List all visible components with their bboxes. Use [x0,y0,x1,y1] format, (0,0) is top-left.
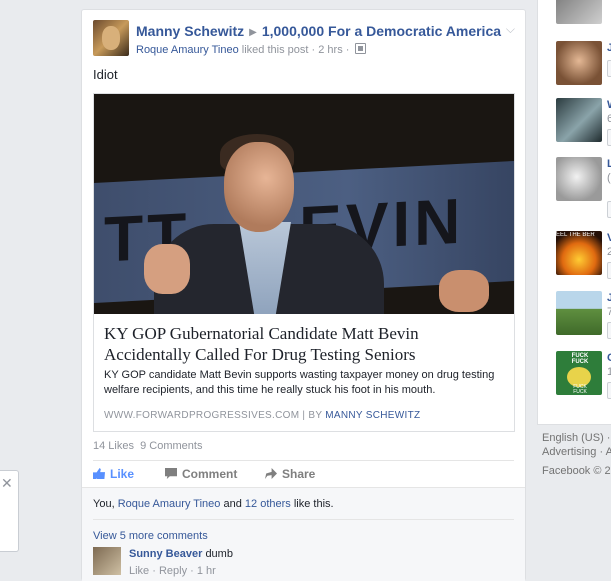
suggestion-name[interactable]: J [607,42,611,54]
liked-text: liked this post [241,44,309,56]
share-label: Share [282,467,316,481]
suggestion-name[interactable]: L [607,158,611,170]
suggestion-name[interactable]: J [607,292,611,304]
author-link[interactable]: Manny Schewitz [136,23,244,39]
language-link[interactable]: English (US) · [542,432,610,444]
likers-summary: You, Roque Amaury Tineo and 12 others li… [93,498,334,510]
like-button[interactable]: Like [93,467,134,481]
post-header: Manny Schewitz ▶ 1,000,000 For a Democrati… [136,23,501,39]
suggestion-thumb[interactable]: EEL THE BER [556,231,602,275]
commenter-link[interactable]: Sunny Beaver [129,548,202,560]
link-source: WWW.FORWARDPROGRESSIVES.COM | BY MANNY S… [104,410,420,421]
copyright-text: Facebook © 2 [542,465,611,477]
suggestion-name[interactable]: W [607,99,611,111]
suggestion-button[interactable] [607,262,611,279]
suggestion-sub: 1 [607,366,611,378]
others-link[interactable]: 12 others [245,498,291,510]
divider [93,519,514,520]
link-title[interactable]: KY GOP Gubernatorial Candidate Matt Bevi… [104,323,504,365]
liker-link[interactable]: Roque Amaury Tineo [136,44,239,56]
post-card: Manny Schewitz ▶ 1,000,000 For a Democrati… [81,9,526,581]
comment-button[interactable]: Comment [165,467,237,481]
post-subheader: Roque Amaury Tineo liked this post · 2 h… [136,43,367,56]
suggestion-button[interactable] [607,129,611,146]
suggestion-thumb[interactable] [556,157,602,201]
divider [93,460,514,461]
thumbs-up-icon [93,468,105,479]
likes-count[interactable]: 14 Likes [93,440,134,452]
suggestion-name[interactable]: V [607,232,611,244]
suggestion-button[interactable] [607,382,611,399]
suggestion-thumb[interactable] [556,0,602,24]
suggestion-sub: 7 [607,306,611,318]
suggestion-sub: 6 [607,113,611,125]
like-label: Like [110,467,135,481]
share-button[interactable]: Share [265,467,315,481]
comment-label: Comment [182,467,238,481]
audience-icon[interactable] [355,43,367,54]
post-message: Idiot [93,67,118,82]
link-description: KY GOP candidate Matt Bevin supports was… [104,369,495,396]
reaction-counts: 14 Likes 9 Comments [93,440,202,452]
suggestion-thumb[interactable] [556,291,602,335]
close-icon[interactable]: ✕ [1,475,13,492]
share-arrow-icon [265,468,277,479]
suggestion-sub: 2 [607,246,611,258]
source-domain: WWW.FORWARDPROGRESSIVES.COM [104,410,300,421]
chat-popup-fragment: ✕ [0,470,19,552]
caret-right-icon: ▶ [249,27,257,38]
link-preview-image[interactable]: TT EVIN [94,94,514,314]
suggestion-button[interactable] [607,60,611,77]
suggestion-name[interactable]: C [607,352,611,364]
source-separator: | [302,410,306,421]
source-by: BY [308,410,323,421]
comments-count[interactable]: 9 Comments [140,440,202,452]
comment-meta[interactable]: Like · Reply · 1 hr [129,565,216,577]
author-avatar[interactable] [93,20,129,56]
commenter-avatar[interactable] [93,547,121,575]
advertising-link[interactable]: Advertising · A [542,446,611,458]
timestamp[interactable]: · 2 hrs · [312,44,350,56]
suggestion-thumb[interactable] [556,41,602,85]
suggestion-button[interactable] [607,322,611,339]
suggestion-thumb[interactable] [556,98,602,142]
right-column: J W 6 L ( EEL THE BER V 2 J 7 FUCK FUCK … [537,0,611,425]
suggestion-sub: ( [607,172,611,184]
liker-name-link[interactable]: Roque Amaury Tineo [118,498,221,510]
suggestion-thumb[interactable]: FUCK FUCK FUCK FUCK [556,351,602,395]
action-bar: Like Comment Share [93,467,513,483]
source-author-link[interactable]: MANNY SCHEWITZ [325,410,420,421]
comment: Sunny Beaver dumb [129,548,233,560]
view-more-comments-link[interactable]: View 5 more comments [93,530,208,542]
link-preview[interactable]: TT EVIN KY GOP Gubernatorial Candidate M… [93,93,515,432]
group-link[interactable]: 1,000,000 For a Democratic America [262,23,501,39]
comment-icon [165,468,177,479]
comment-text: dumb [205,548,233,560]
suggestion-button[interactable] [607,201,611,218]
feedback-section: You, Roque Amaury Tineo and 12 others li… [82,487,525,581]
post-options-chevron-icon[interactable]: ⌵ [506,22,515,37]
